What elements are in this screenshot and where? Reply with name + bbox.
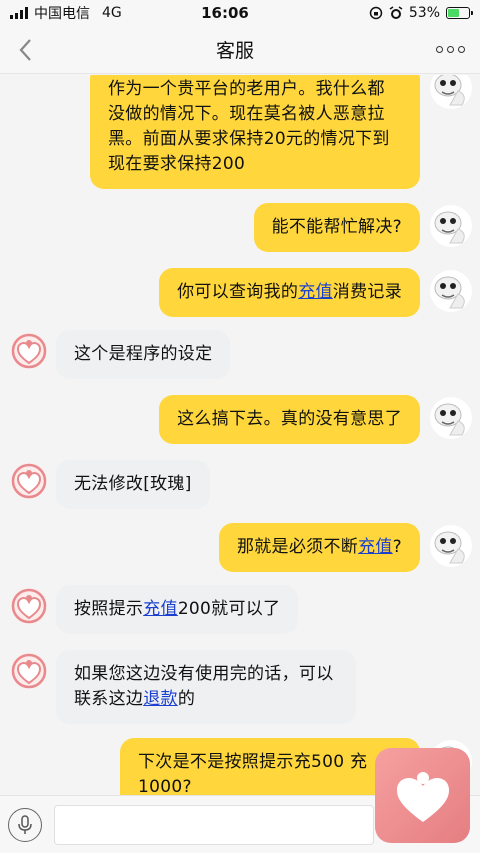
user-message: 那就是必须不断充值?: [218, 523, 480, 572]
message-bubble[interactable]: 你可以查询我的充值消费记录: [159, 268, 420, 317]
user-message: 作为一个贵平台的老用户。我什么都没做的情况下。现在莫名被人恶意拉黑。前面从要求保…: [90, 75, 480, 189]
alarm-icon: [389, 6, 403, 19]
message-text: 的: [177, 689, 196, 709]
microphone-icon: [18, 814, 32, 834]
message-text: ?: [392, 537, 402, 557]
more-dot: [457, 46, 465, 53]
message-text: 这个是程序的设定: [74, 344, 213, 364]
message-bubble[interactable]: 如果您这边没有使用完的话，可以联系这边退款的: [56, 650, 356, 724]
back-button[interactable]: [0, 26, 50, 74]
heart-icon: [396, 771, 449, 822]
message-text: 消费记录: [332, 282, 402, 302]
message-text: 这么搞下去。真的没有意思了: [177, 409, 402, 429]
keyword-link[interactable]: 充值: [358, 537, 393, 557]
page-title: 客服: [215, 40, 254, 62]
agent-message: 如果您这边没有使用完的话，可以联系这边退款的: [0, 650, 356, 724]
message-bubble[interactable]: 按照提示充值200就可以了: [56, 585, 299, 634]
message-text: 按照提示: [74, 599, 144, 619]
message-bubble[interactable]: 作为一个贵平台的老用户。我什么都没做的情况下。现在莫名被人恶意拉黑。前面从要求保…: [90, 75, 420, 189]
chevron-left-icon: [19, 38, 31, 61]
message-bubble[interactable]: 这个是程序的设定: [56, 330, 231, 379]
user-avatar[interactable]: [428, 268, 474, 314]
user-avatar[interactable]: [428, 75, 474, 111]
keyword-link[interactable]: 充值: [143, 599, 178, 619]
message-bubble[interactable]: 这么搞下去。真的没有意思了: [159, 395, 420, 444]
battery-icon: [446, 7, 473, 19]
message-text: 能不能帮忙解决?: [271, 217, 402, 237]
keyword-link[interactable]: 退款: [143, 689, 178, 709]
floating-heart-button[interactable]: [375, 748, 470, 843]
message-input[interactable]: [54, 804, 374, 845]
agent-message: 按照提示充值200就可以了: [0, 585, 299, 634]
rotation-lock-icon: [369, 6, 383, 20]
carrier-label: 中国电信: [34, 6, 90, 22]
agent-avatar[interactable]: [10, 652, 48, 690]
user-message: 能不能帮忙解决?: [253, 203, 480, 252]
clock: 16:06: [201, 4, 249, 22]
user-message: 你可以查询我的充值消费记录: [159, 268, 480, 317]
network-label: 4G: [102, 5, 122, 21]
status-bar: 中国电信 4G 16:06 53%: [0, 0, 480, 26]
message-text: 下次是不是按照提示充500 充1000?: [138, 752, 368, 795]
agent-message: 这个是程序的设定: [0, 330, 231, 379]
message-text: 那就是必须不断: [236, 537, 359, 557]
more-dot: [446, 46, 454, 53]
message-text: 200就可以了: [177, 599, 281, 619]
agent-avatar[interactable]: [10, 332, 48, 370]
more-dot: [435, 46, 443, 53]
message-text: 作为一个贵平台的老用户。我什么都没做的情况下。现在莫名被人恶意拉黑。前面从要求保…: [108, 79, 390, 174]
user-avatar[interactable]: [428, 395, 474, 441]
message-text: 如果您这边没有使用完的话，可以联系这边: [74, 664, 334, 709]
message-bubble[interactable]: 无法修改[玫瑰]: [56, 460, 210, 509]
nav-bar: 客服: [0, 26, 480, 74]
signal-icon: [10, 7, 28, 19]
voice-button[interactable]: [8, 807, 42, 842]
agent-avatar[interactable]: [10, 462, 48, 500]
status-right: 53%: [300, 5, 473, 21]
more-button[interactable]: [420, 26, 480, 74]
agent-message: 无法修改[玫瑰]: [0, 460, 210, 509]
user-avatar[interactable]: [428, 523, 474, 569]
battery-percent: 53%: [408, 5, 440, 21]
message-text: 你可以查询我的: [177, 282, 299, 302]
chat-list[interactable]: 作为一个贵平台的老用户。我什么都没做的情况下。现在莫名被人恶意拉黑。前面从要求保…: [0, 75, 480, 795]
user-message: 这么搞下去。真的没有意思了: [159, 395, 480, 444]
message-text: 无法修改[玫瑰]: [74, 474, 192, 494]
keyword-link[interactable]: 充值: [298, 282, 333, 302]
message-bubble[interactable]: 能不能帮忙解决?: [253, 203, 420, 252]
message-bubble[interactable]: 那就是必须不断充值?: [218, 523, 420, 572]
agent-avatar[interactable]: [10, 587, 48, 625]
user-avatar[interactable]: [428, 203, 474, 249]
